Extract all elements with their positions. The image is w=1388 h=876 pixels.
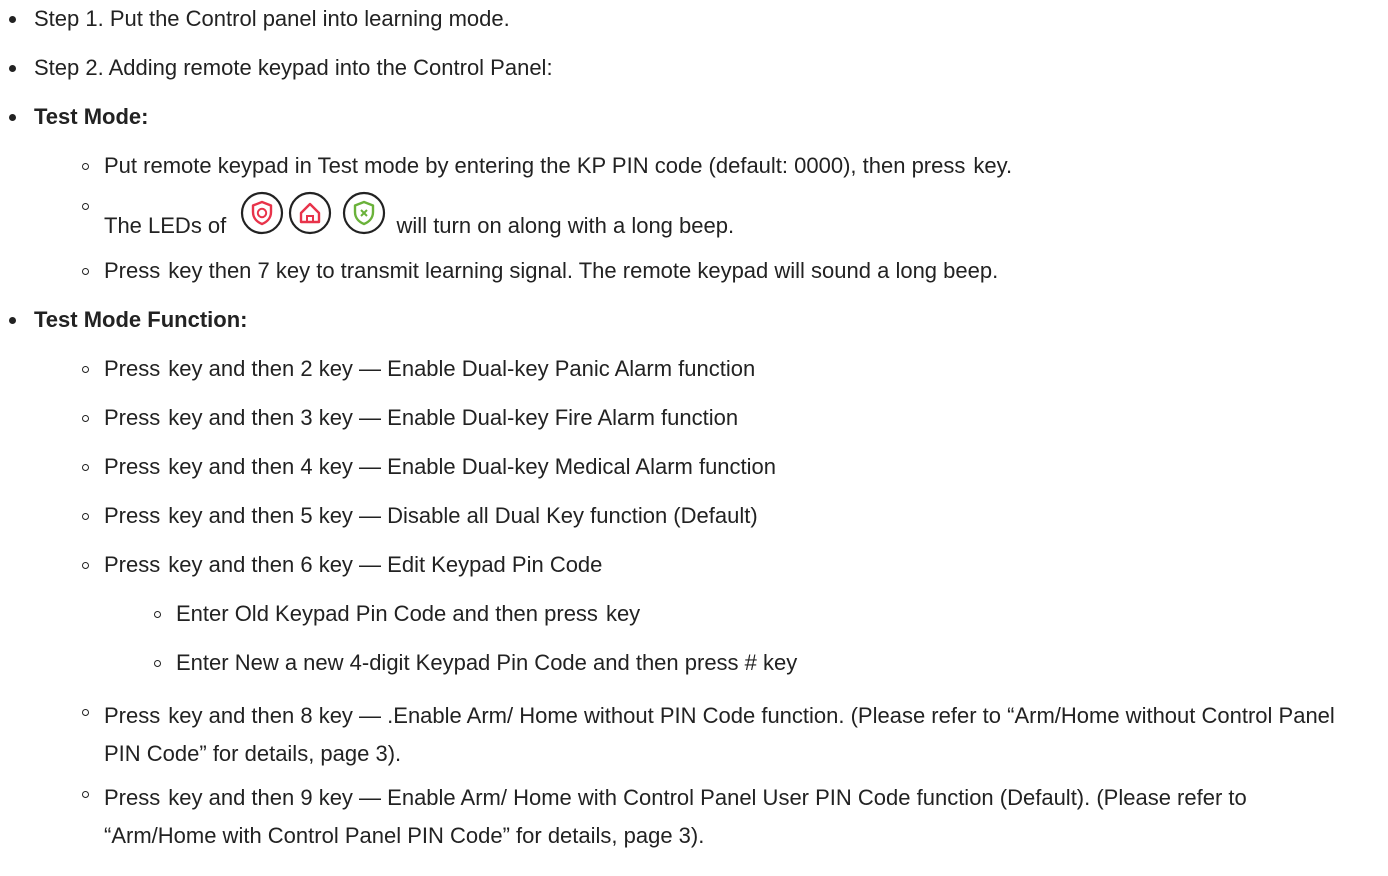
- test-mode-item-1: Put remote keypad in Test mode by enteri…: [0, 151, 1388, 181]
- function-item-4: Press key and then 4 key — Enable Dual-ke…: [0, 452, 1388, 482]
- test-mode-list: Put remote keypad in Test mode by enteri…: [0, 151, 1388, 286]
- test-mode-heading: Test Mode:: [0, 102, 1388, 132]
- home-arm-house-icon: [288, 191, 332, 235]
- function-item-8: Press key and then 8 key — .Enable Arm/ H…: [0, 697, 1388, 773]
- function-item-5: Press key and then 5 key — Disable all Du…: [0, 501, 1388, 531]
- led-icons: [240, 191, 386, 235]
- away-arm-shield-icon: [240, 191, 284, 235]
- function-item-2: Press key and then 2 key — Enable Dual-ke…: [0, 354, 1388, 384]
- sub-item-new-pin: Enter New a new 4-digit Keypad Pin Code …: [0, 648, 1388, 678]
- sub-item-old-pin: Enter Old Keypad Pin Code and then press…: [0, 599, 1388, 629]
- function-item-6: Press key and then 6 key — Edit Keypad Pi…: [0, 550, 1388, 580]
- function-list: Press key and then 2 key — Enable Dual-ke…: [0, 354, 1388, 855]
- test-mode-item-3: Press key then 7 key to transmit learning…: [0, 256, 1388, 286]
- step-1: Step 1. Put the Control panel into learn…: [0, 4, 1388, 34]
- function-heading-list: Test Mode Function:: [0, 305, 1388, 335]
- test-mode-function-heading: Test Mode Function:: [0, 305, 1388, 335]
- main-list: Step 1. Put the Control panel into learn…: [0, 4, 1388, 132]
- instruction-page: Step 1. Put the Control panel into learn…: [0, 4, 1388, 876]
- test-mode-item-2: The LEDs of will turn on along with a lo…: [0, 191, 1388, 246]
- function-item-3: Press key and then 3 key — Enable Dual-ke…: [0, 403, 1388, 433]
- step-2: Step 2. Adding remote keypad into the Co…: [0, 53, 1388, 83]
- function-item-9: Press key and then 9 key — Enable Arm/ Ho…: [0, 779, 1388, 855]
- disarm-shield-x-icon: [342, 191, 386, 235]
